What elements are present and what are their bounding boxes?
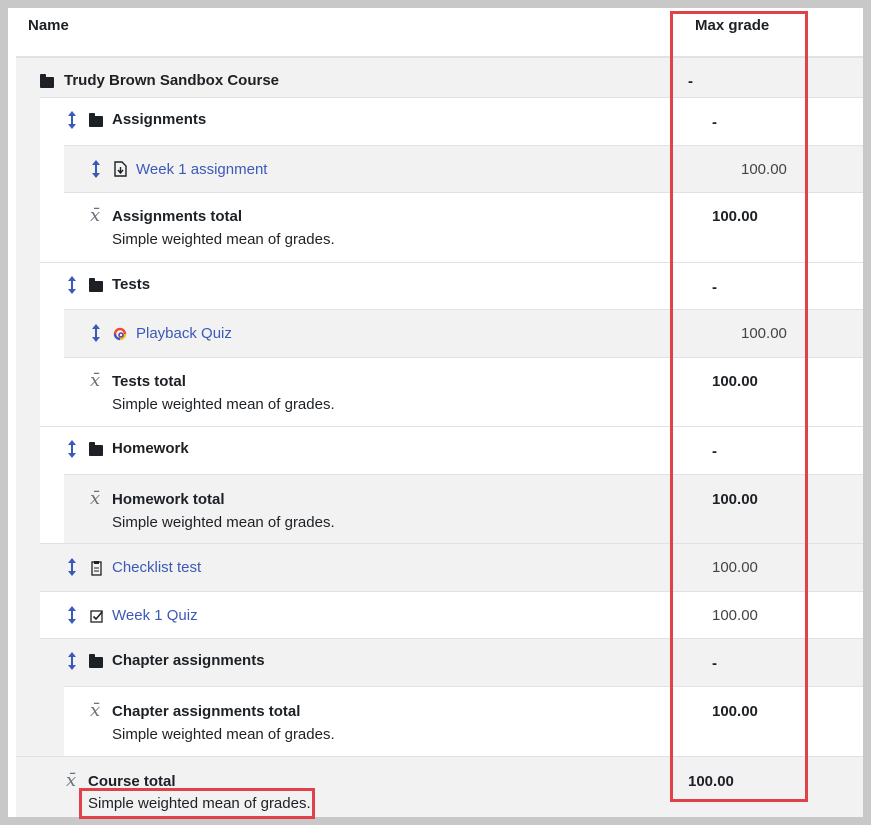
grade-setup-table: Name Max grade Trudy Brown Sandbox Cours… bbox=[8, 8, 863, 817]
total-name-homework: Homework total bbox=[112, 491, 225, 508]
x-bar-icon: x̄ bbox=[90, 205, 101, 226]
course-category-name: Trudy Brown Sandbox Course bbox=[64, 72, 280, 89]
folder-icon bbox=[89, 113, 103, 127]
quiz-icon bbox=[90, 609, 104, 623]
move-icon[interactable] bbox=[66, 651, 78, 671]
category-total-row-tests: x̄ Tests total Simple weighted mean of g… bbox=[64, 357, 863, 427]
total-name-assignments: Assignments total bbox=[112, 208, 243, 225]
category-name-homework: Homework bbox=[112, 440, 189, 457]
move-icon[interactable] bbox=[66, 557, 78, 577]
folder-icon bbox=[89, 278, 103, 292]
tests-category-row: Tests - bbox=[40, 262, 863, 309]
week1-quiz-max-grade: 100.00 bbox=[712, 607, 758, 624]
grade-item-link-checklist-test[interactable]: Checklist test bbox=[112, 559, 201, 576]
checklist-icon bbox=[91, 560, 102, 576]
total-description-course: Simple weighted mean of grades. bbox=[88, 795, 311, 812]
move-icon[interactable] bbox=[66, 275, 78, 295]
total-description-assignments: Simple weighted mean of grades. bbox=[112, 231, 335, 248]
x-bar-icon: x̄ bbox=[66, 770, 77, 791]
move-icon[interactable] bbox=[90, 323, 102, 343]
assignments-total-max-grade: 100.00 bbox=[712, 208, 758, 225]
grade-item-row-week1-quiz: Week 1 Quiz 100.00 bbox=[40, 591, 863, 639]
move-icon[interactable] bbox=[66, 110, 78, 130]
tests-max-grade: - bbox=[712, 279, 717, 296]
total-name-chapter-assignments: Chapter assignments total bbox=[112, 703, 301, 720]
column-header-name: Name bbox=[28, 17, 69, 34]
chapter-assignments-max-grade: - bbox=[712, 655, 717, 672]
category-name-tests: Tests bbox=[112, 276, 151, 293]
homework-category-row: Homework - bbox=[40, 426, 863, 474]
grade-item-link-week1-quiz[interactable]: Week 1 Quiz bbox=[112, 607, 198, 624]
folder-icon bbox=[89, 654, 103, 668]
tests-total-max-grade: 100.00 bbox=[712, 373, 758, 390]
chapter-total-max-grade: 100.00 bbox=[712, 703, 758, 720]
playback-quiz-max-grade: 100.00 bbox=[741, 325, 787, 342]
table-header: Name Max grade bbox=[16, 8, 863, 58]
grade-item-row-week1-assignment: Week 1 assignment 100.00 bbox=[64, 145, 863, 192]
checklist-test-max-grade: 100.00 bbox=[712, 559, 758, 576]
x-bar-icon: x̄ bbox=[90, 700, 101, 721]
folder-icon bbox=[40, 74, 54, 88]
total-description-tests: Simple weighted mean of grades. bbox=[112, 396, 335, 413]
total-name-tests: Tests total bbox=[112, 373, 186, 390]
course-total-max-grade: 100.00 bbox=[688, 773, 734, 790]
homework-max-grade: - bbox=[712, 443, 717, 460]
course-max-grade: - bbox=[688, 73, 693, 90]
move-icon[interactable] bbox=[90, 159, 102, 179]
total-description-homework: Simple weighted mean of grades. bbox=[112, 514, 335, 531]
playback-quiz-icon bbox=[112, 326, 128, 342]
move-icon[interactable] bbox=[66, 605, 78, 625]
course-total-row: x̄ Course total Simple weighted mean of … bbox=[16, 756, 863, 817]
category-total-row-homework: x̄ Homework total Simple weighted mean o… bbox=[64, 474, 863, 544]
assignments-category-row: Assignments - bbox=[40, 97, 863, 145]
x-bar-icon: x̄ bbox=[90, 370, 101, 391]
grade-item-row-checklist-test: Checklist test 100.00 bbox=[40, 543, 863, 591]
assignments-max-grade: - bbox=[712, 114, 717, 131]
x-bar-icon: x̄ bbox=[90, 488, 101, 509]
grade-item-row-playback-quiz: Playback Quiz 100.00 bbox=[64, 309, 863, 357]
category-total-row-assignments: x̄ Assignments total Simple weighted mea… bbox=[64, 192, 863, 262]
total-description-chapter-assignments: Simple weighted mean of grades. bbox=[112, 726, 335, 743]
assignment-icon bbox=[114, 161, 127, 177]
folder-icon bbox=[89, 442, 103, 456]
category-name-assignments: Assignments bbox=[112, 111, 207, 128]
week1-assignment-max-grade: 100.00 bbox=[741, 161, 787, 178]
total-name-course: Course total bbox=[88, 773, 176, 790]
chapter-assignments-category-row: Chapter assignments - bbox=[40, 638, 863, 686]
category-name-chapter-assignments: Chapter assignments bbox=[112, 652, 265, 669]
grade-item-link-playback-quiz[interactable]: Playback Quiz bbox=[136, 325, 232, 342]
column-header-max-grade: Max grade bbox=[695, 17, 770, 34]
move-icon[interactable] bbox=[66, 439, 78, 459]
grade-item-link-week1-assignment[interactable]: Week 1 assignment bbox=[136, 161, 267, 178]
category-total-row-chapter-assignments: x̄ Chapter assignments total Simple weig… bbox=[64, 686, 863, 756]
homework-total-max-grade: 100.00 bbox=[712, 491, 758, 508]
